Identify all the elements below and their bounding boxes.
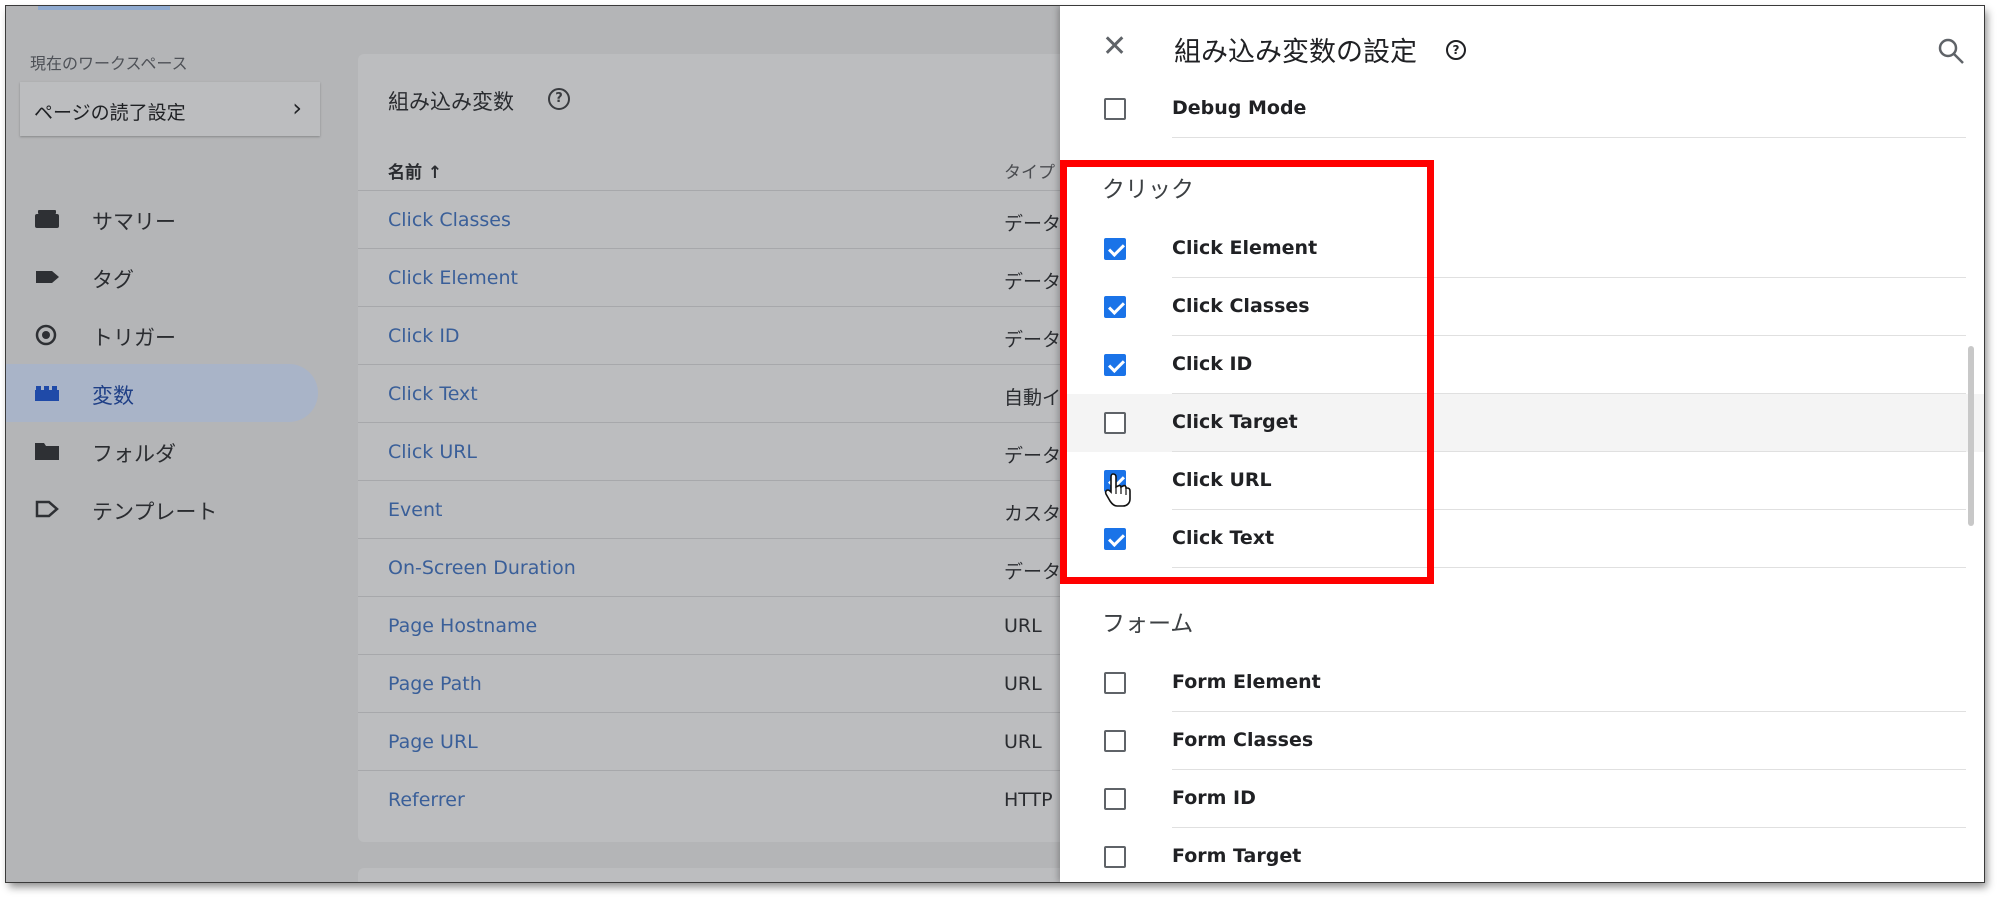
variable-checkbox-item[interactable]: Form Target bbox=[1060, 828, 1984, 882]
variable-name-link[interactable]: Click Classes bbox=[388, 209, 511, 231]
workspace-selector[interactable]: ページの読了設定 › bbox=[20, 82, 320, 136]
help-icon[interactable]: ? bbox=[548, 88, 570, 110]
screenshot-frame: 現在のワークスペース ページの読了設定 › サマリー タグ トリガー 変数 フォ… bbox=[6, 6, 1984, 882]
variable-name-link[interactable]: Page URL bbox=[388, 731, 478, 753]
variable-type: URL bbox=[1004, 615, 1042, 637]
table-row[interactable]: Page URL URL bbox=[358, 712, 1078, 771]
variable-checkbox-label: Form ID bbox=[1172, 787, 1256, 809]
variable-type: 自動イ bbox=[1004, 387, 1062, 409]
sidebar-item-label: トリガー bbox=[92, 326, 176, 350]
table-row[interactable]: Click Text 自動イ bbox=[358, 364, 1078, 423]
built-in-variables-card: 組み込み変数 ? 名前 ↑ タイプ Click Classes データ Click … bbox=[358, 54, 1078, 842]
variable-type: データ bbox=[1004, 271, 1062, 293]
drawer-header: ✕ 組み込み変数の設定 ? bbox=[1060, 6, 1984, 92]
sidebar-item-triggers[interactable]: トリガー bbox=[6, 306, 318, 364]
checkbox-unchecked[interactable] bbox=[1104, 672, 1126, 694]
variable-name-link[interactable]: Page Hostname bbox=[388, 615, 537, 637]
search-icon[interactable] bbox=[1936, 36, 1966, 66]
section-heading: フォーム bbox=[1102, 611, 1194, 637]
variable-checkbox-label: Form Element bbox=[1172, 671, 1321, 693]
sidebar-item-label: フォルダ bbox=[92, 442, 176, 466]
variable-name-link[interactable]: Click ID bbox=[388, 325, 460, 347]
highlight-annotation-box bbox=[1060, 160, 1434, 584]
template-icon bbox=[35, 500, 59, 518]
table-row[interactable]: Page Path URL bbox=[358, 654, 1078, 713]
sidebar-item-label: 変数 bbox=[92, 384, 134, 408]
variable-type: データ bbox=[1004, 561, 1062, 583]
help-icon[interactable]: ? bbox=[1446, 40, 1466, 60]
table-row[interactable]: Click Classes データ bbox=[358, 190, 1078, 249]
checkbox-unchecked[interactable] bbox=[1104, 98, 1126, 120]
chevron-right-icon: › bbox=[292, 94, 302, 122]
variable-type: URL bbox=[1004, 673, 1042, 695]
table-row[interactable]: Event カスタ bbox=[358, 480, 1078, 539]
variable-name-link[interactable]: Page Path bbox=[388, 673, 482, 695]
variable-checkbox-label: Form Target bbox=[1172, 845, 1302, 867]
variable-name-link[interactable]: Referrer bbox=[388, 789, 465, 811]
sidebar-item-label: テンプレート bbox=[92, 500, 218, 524]
variables-icon bbox=[35, 386, 59, 401]
sidebar-item-tags[interactable]: タグ bbox=[6, 248, 318, 306]
sidebar-item-summary[interactable]: サマリー bbox=[6, 190, 318, 248]
workspace-label: 現在のワークスペース bbox=[30, 54, 188, 73]
variable-name-link[interactable]: Click URL bbox=[388, 441, 477, 463]
trigger-icon bbox=[35, 324, 57, 346]
checkbox-unchecked[interactable] bbox=[1104, 788, 1126, 810]
drawer-title: 組み込み変数の設定 bbox=[1174, 37, 1417, 68]
table-row[interactable]: Click Element データ bbox=[358, 248, 1078, 307]
variable-name-link[interactable]: Click Element bbox=[388, 267, 518, 289]
sidebar-item-templates[interactable]: テンプレート bbox=[6, 480, 318, 538]
folder-icon bbox=[35, 443, 59, 460]
variable-type: データ bbox=[1004, 329, 1062, 351]
column-header-type[interactable]: タイプ bbox=[1004, 158, 1055, 183]
sidebar-item-label: タグ bbox=[92, 268, 134, 292]
table-row[interactable]: On-Screen Duration データ bbox=[358, 538, 1078, 597]
scrollbar[interactable] bbox=[1968, 346, 1974, 526]
variable-checkbox-label: Form Classes bbox=[1172, 729, 1314, 751]
sidebar-item-variables[interactable]: 変数 bbox=[6, 364, 318, 422]
sidebar-item-label: サマリー bbox=[92, 210, 176, 234]
card-title: 組み込み変数 bbox=[388, 90, 514, 114]
variable-checkbox-label: Debug Mode bbox=[1172, 97, 1307, 119]
close-icon[interactable]: ✕ bbox=[1102, 32, 1127, 62]
checkbox-unchecked[interactable] bbox=[1104, 730, 1126, 752]
column-header-name[interactable]: 名前 ↑ bbox=[388, 158, 442, 183]
variable-checkbox-item[interactable]: Form Element bbox=[1060, 654, 1984, 712]
summary-icon bbox=[35, 210, 59, 228]
variable-name-link[interactable]: On-Screen Duration bbox=[388, 557, 576, 579]
sidebar: 現在のワークスペース ページの読了設定 › サマリー タグ トリガー 変数 フォ… bbox=[6, 6, 336, 882]
variable-name-link[interactable]: Click Text bbox=[388, 383, 478, 405]
variable-type: HTTP bbox=[1004, 789, 1053, 811]
table-row[interactable]: Click URL データ bbox=[358, 422, 1078, 481]
variable-type: データ bbox=[1004, 213, 1062, 235]
tag-icon bbox=[36, 271, 59, 283]
variable-type: URL bbox=[1004, 731, 1042, 753]
sidebar-item-folders[interactable]: フォルダ bbox=[6, 422, 318, 480]
variable-type: カスタ bbox=[1004, 503, 1062, 525]
table-row[interactable]: Page Hostname URL bbox=[358, 596, 1078, 655]
table-row[interactable]: Click ID データ bbox=[358, 306, 1078, 365]
workspace-name: ページの読了設定 bbox=[34, 102, 186, 124]
variable-type: データ bbox=[1004, 445, 1062, 467]
variable-checkbox-item[interactable]: Form Classes bbox=[1060, 712, 1984, 770]
variable-checkbox-item[interactable]: Form ID bbox=[1060, 770, 1984, 828]
checkbox-unchecked[interactable] bbox=[1104, 846, 1126, 868]
table-row[interactable]: Referrer HTTP bbox=[358, 770, 1078, 829]
hand-cursor-icon bbox=[1104, 473, 1131, 507]
variable-name-link[interactable]: Event bbox=[388, 499, 442, 521]
divider bbox=[1172, 137, 1966, 138]
secondary-card bbox=[358, 868, 1078, 882]
